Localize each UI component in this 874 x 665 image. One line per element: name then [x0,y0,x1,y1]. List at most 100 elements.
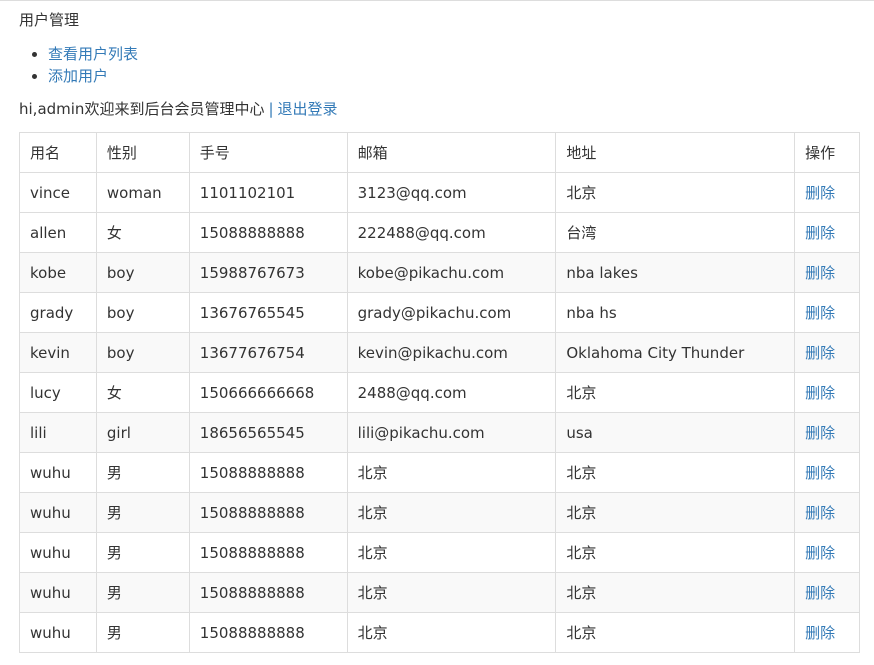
cell-sex: 男 [95,572,190,613]
cell-phone: 15088888888 [188,492,348,533]
cell-operation: 删除 [794,452,860,493]
cell-address: 台湾 [555,212,796,253]
delete-link[interactable]: 删除 [805,504,835,522]
delete-link[interactable]: 删除 [805,424,835,442]
cell-address: 北京 [555,532,796,573]
cell-email: 北京 [346,612,557,653]
table-row: grady boy 13676765545 grady@pikachu.com nba … [19,292,860,333]
table-row: wuhu 男 15088888888 北京 北京 删除 [19,532,860,573]
cell-email: 222488@qq.com [346,212,557,253]
cell-phone: 13677676754 [188,332,348,373]
cell-address: usa [555,412,796,453]
nav-item-add-user: 添加用户 [48,65,138,87]
cell-address: 北京 [555,572,796,613]
delete-link[interactable]: 删除 [805,464,835,482]
cell-operation: 删除 [794,332,860,373]
cell-address: 北京 [555,612,796,653]
cell-operation: 删除 [794,292,860,333]
table-row: wuhu 男 15088888888 北京 北京 删除 [19,612,860,653]
page-title: 用户管理 [19,11,80,29]
cell-sex: girl [95,412,190,453]
table-row: wuhu 男 15088888888 北京 北京 删除 [19,492,860,533]
delete-link[interactable]: 删除 [805,584,835,602]
cell-sex: 男 [95,492,190,533]
cell-username: vince [19,172,97,213]
cell-username: kevin [19,332,97,373]
cell-sex: 男 [95,452,190,493]
logout-link[interactable]: 退出登录 [278,100,338,118]
delete-link[interactable]: 删除 [805,304,835,322]
cell-operation: 删除 [794,212,860,253]
cell-operation: 删除 [794,612,860,653]
view-user-list-link[interactable]: 查看用户列表 [48,45,138,63]
cell-email: 2488@qq.com [346,372,557,413]
table-row: lili girl 18656565545 lili@pikachu.com usa 删除 [19,412,860,453]
cell-phone: 1101102101 [188,172,348,213]
cell-username: allen [19,212,97,253]
delete-link[interactable]: 删除 [805,184,835,202]
cell-phone: 15088888888 [188,452,348,493]
table-row: wuhu 男 15088888888 北京 北京 删除 [19,452,860,493]
cell-address: 北京 [555,492,796,533]
header-sex: 性别 [95,132,190,173]
cell-username: wuhu [19,532,97,573]
header-address: 地址 [555,132,796,173]
cell-sex: woman [95,172,190,213]
cell-address: 北京 [555,172,796,213]
cell-address: nba hs [555,292,796,333]
table-row: lucy 女 150666666668 2488@qq.com 北京 删除 [19,372,860,413]
delete-link[interactable]: 删除 [805,344,835,362]
cell-operation: 删除 [794,572,860,613]
cell-username: wuhu [19,492,97,533]
table-row: allen 女 15088888888 222488@qq.com 台湾 删除 [19,212,860,253]
cell-phone: 150666666668 [188,372,348,413]
cell-phone: 15088888888 [188,612,348,653]
cell-address: 北京 [555,452,796,493]
cell-username: wuhu [19,572,97,613]
table-row: kobe boy 15988767673 kobe@pikachu.com nba la… [19,252,860,293]
cell-phone: 15088888888 [188,532,348,573]
nav-list: 查看用户列表 添加用户 [20,43,138,87]
cell-email: 北京 [346,532,557,573]
cell-username: wuhu [19,452,97,493]
table-row: wuhu 男 15088888888 北京 北京 删除 [19,572,860,613]
cell-username: kobe [19,252,97,293]
cell-operation: 删除 [794,532,860,573]
cell-email: lili@pikachu.com [346,412,557,453]
table-body: vince woman 1101102101 3123@qq.com 北京 删除 allen… [19,172,860,653]
cell-email: 北京 [346,492,557,533]
cell-email: 北京 [346,452,557,493]
cell-operation: 删除 [794,492,860,533]
cell-phone: 15988767673 [188,252,348,293]
cell-sex: boy [95,292,190,333]
cell-email: kobe@pikachu.com [346,252,557,293]
cell-operation: 删除 [794,412,860,453]
cell-address: 北京 [555,372,796,413]
cell-email: 3123@qq.com [346,172,557,213]
cell-username: lucy [19,372,97,413]
delete-link[interactable]: 删除 [805,624,835,642]
cell-phone: 18656565545 [188,412,348,453]
cell-phone: 15088888888 [188,572,348,613]
delete-link[interactable]: 删除 [805,544,835,562]
user-table: 用名 性别 手号 邮箱 地址 操作 vince woman 1101102101 31… [19,132,860,653]
add-user-link[interactable]: 添加用户 [48,67,108,85]
welcome-separator: | [268,100,274,118]
cell-operation: 删除 [794,372,860,413]
header-operation: 操作 [794,132,860,173]
cell-phone: 15088888888 [188,212,348,253]
cell-sex: 女 [95,212,190,253]
delete-link[interactable]: 删除 [805,224,835,242]
delete-link[interactable]: 删除 [805,264,835,282]
header-phone: 手号 [188,132,348,173]
cell-username: lili [19,412,97,453]
delete-link[interactable]: 删除 [805,384,835,402]
cell-sex: 男 [95,612,190,653]
cell-address: nba lakes [555,252,796,293]
cell-email: 北京 [346,572,557,613]
cell-sex: 女 [95,372,190,413]
cell-sex: 男 [95,532,190,573]
cell-username: wuhu [19,612,97,653]
welcome-text: hi,admin欢迎来到后台会员管理中心 [19,100,265,118]
header-email: 邮箱 [346,132,557,173]
